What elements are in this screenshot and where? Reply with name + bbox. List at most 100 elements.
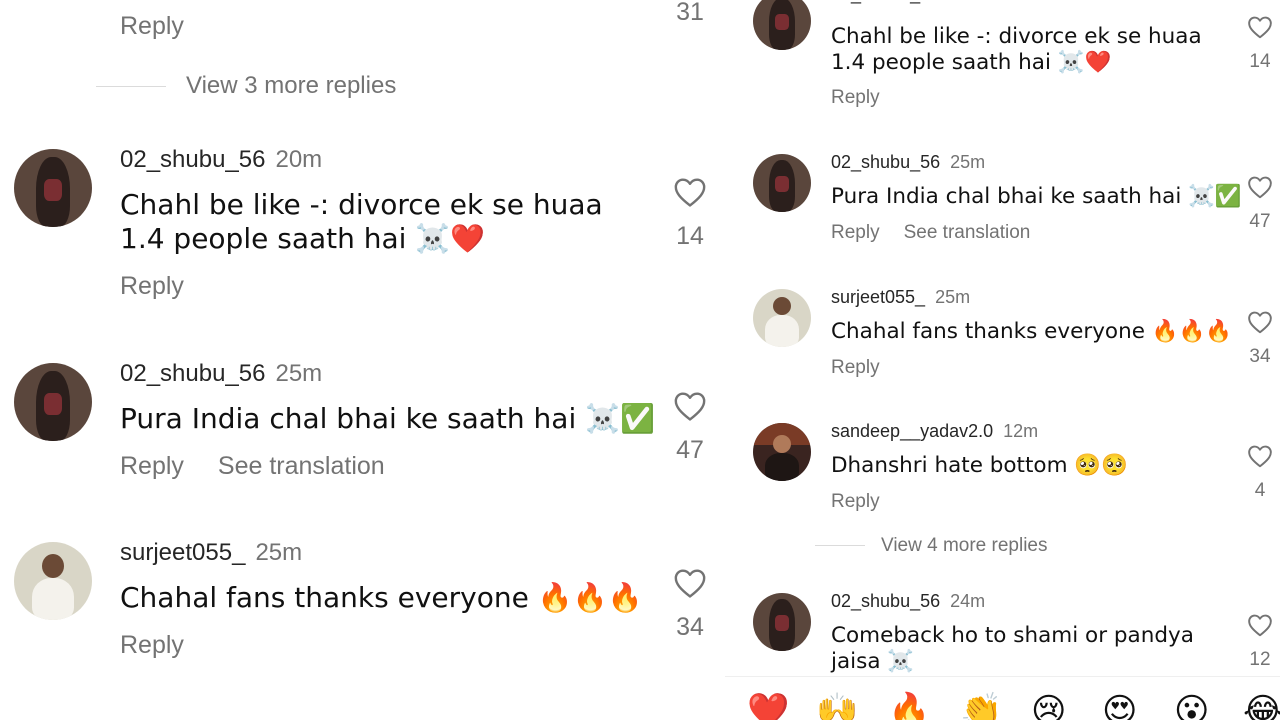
divider-line — [815, 545, 865, 547]
avatar[interactable] — [14, 542, 92, 620]
avatar[interactable] — [753, 423, 811, 481]
heart-outline-icon[interactable] — [1247, 15, 1273, 39]
like-count: 47 — [676, 436, 704, 464]
comment-header: sandeep__yadav2.0 12m — [831, 421, 1038, 442]
comment-item: sandeep__yadav2.0 12m Dhanshri hate botto… — [725, 419, 1280, 529]
comment-header: 02_shubu_56 20m — [120, 146, 322, 174]
view-more-replies[interactable]: View 3 more replies — [96, 72, 396, 100]
like-button[interactable]: 34 — [660, 567, 720, 642]
username[interactable]: surjeet055_ — [120, 539, 245, 566]
username[interactable]: 02_shubu_56 — [831, 0, 940, 4]
like-button[interactable]: 12 — [1238, 613, 1280, 671]
avatar[interactable] — [753, 289, 811, 347]
avatar[interactable] — [14, 149, 92, 227]
comment-item: surjeet055_ 25m Chahal fans thanks everyo… — [0, 533, 725, 683]
comment-actions: Reply — [120, 272, 184, 301]
comment-header: 02_shubu_56 20m — [831, 0, 985, 5]
comment-item: 02_shubu_56 24m Comeback ho to shami or p… — [725, 589, 1280, 679]
comment-item: surjeet055_ 25m Chahal fans thanks everyo… — [725, 285, 1280, 395]
reply-button[interactable]: Reply — [831, 491, 880, 512]
comment-header: surjeet055_ 25m — [831, 287, 970, 308]
comment-text: Comeback ho to shami or pandya jaisa ☠️ — [831, 623, 1194, 675]
comment-text: Pura India chal bhai ke saath hai ☠️✅ — [120, 402, 655, 435]
reply-button[interactable]: Reply — [831, 87, 880, 108]
comment-header: 02_shubu_56 25m — [120, 360, 322, 388]
like-count: 14 — [1249, 51, 1271, 72]
like-count: 34 — [1249, 346, 1271, 367]
like-count: 34 — [676, 613, 704, 641]
reaction-laughing[interactable]: 😂 — [1243, 691, 1280, 720]
like-button[interactable]: 14 — [1238, 15, 1280, 73]
comment-item: 02_shubu_56 20m Chahl be like -: divorce … — [0, 140, 725, 320]
comments-panel-left: Reply 31 View 3 more replies 02_shubu_56… — [0, 0, 725, 720]
reaction-clap[interactable]: 👏 — [960, 691, 1002, 720]
username[interactable]: 02_shubu_56 — [831, 152, 940, 172]
reply-button[interactable]: Reply — [831, 222, 880, 243]
see-translation-button[interactable]: See translation — [904, 222, 1031, 243]
heart-outline-icon[interactable] — [1247, 310, 1273, 334]
reply-button[interactable]: Reply — [120, 452, 184, 480]
avatar[interactable] — [753, 154, 811, 212]
timestamp: 25m — [950, 152, 986, 172]
comment-actions: Reply See translation — [120, 452, 385, 481]
avatar[interactable] — [14, 363, 92, 441]
username[interactable]: 02_shubu_56 — [120, 146, 265, 173]
comment-actions: Reply — [831, 357, 880, 379]
like-count: 47 — [1249, 211, 1271, 232]
reaction-surprised[interactable]: 😮 — [1174, 691, 1209, 720]
reply-button[interactable]: Reply — [120, 272, 184, 300]
username[interactable]: sandeep__yadav2.0 — [831, 421, 993, 441]
username[interactable]: surjeet055_ — [831, 287, 925, 307]
comment-text: Chahl be like -: divorce ek se huaa 1.4 … — [831, 24, 1202, 76]
comment-header: 02_shubu_56 25m — [831, 152, 985, 173]
username[interactable]: 02_shubu_56 — [120, 360, 265, 387]
comment-item: 02_shubu_56 25m Pura India chal bhai ke s… — [0, 354, 725, 504]
comment-text: Chahal fans thanks everyone 🔥🔥🔥 — [831, 319, 1233, 344]
heart-outline-icon[interactable] — [673, 176, 707, 208]
emoji-reaction-bar: ❤️ 🙌 🔥 👏 😢 😍 😮 😂 — [725, 676, 1280, 720]
heart-outline-icon[interactable] — [673, 390, 707, 422]
reply-button[interactable]: Reply — [120, 631, 184, 659]
avatar[interactable] — [753, 0, 811, 50]
heart-outline-icon[interactable] — [1247, 613, 1273, 637]
username[interactable]: 02_shubu_56 — [831, 591, 940, 611]
like-count: 4 — [1254, 480, 1266, 501]
reply-button[interactable]: Reply — [120, 12, 184, 41]
reaction-raised-hands[interactable]: 🙌 — [816, 691, 858, 720]
timestamp: 25m — [935, 287, 971, 307]
like-button[interactable]: 4 — [1238, 444, 1280, 502]
comment-actions: Reply — [120, 631, 184, 660]
comment-text: Chahal fans thanks everyone 🔥🔥🔥 — [120, 581, 643, 614]
comment-text: Dhanshri hate bottom 🥺🥺 — [831, 453, 1128, 478]
comment-header: surjeet055_ 25m — [120, 539, 302, 567]
comment-actions: Reply — [831, 491, 880, 513]
like-count: 12 — [1249, 649, 1271, 670]
reaction-heart[interactable]: ❤️ — [747, 691, 789, 720]
comment-actions: Reply See translation — [831, 222, 1030, 244]
comment-item: 02_shubu_56 20m Chahl be like -: divorce … — [725, 0, 1280, 120]
like-button[interactable]: 14 — [660, 176, 720, 251]
timestamp: 25m — [275, 360, 323, 387]
timestamp: 20m — [275, 146, 323, 173]
comments-panel-right: 02_shubu_56 20m Chahl be like -: divorce … — [725, 0, 1280, 720]
like-button[interactable]: 47 — [1238, 175, 1280, 233]
like-button[interactable]: 47 — [660, 390, 720, 465]
like-button[interactable]: 34 — [1238, 310, 1280, 368]
timestamp: 24m — [950, 591, 986, 611]
comment-text: Chahl be like -: divorce ek se huaa 1.4 … — [120, 188, 603, 256]
timestamp: 20m — [950, 0, 985, 4]
heart-outline-icon[interactable] — [1247, 175, 1273, 199]
comment-text: Pura India chal bhai ke saath hai ☠️✅ — [831, 184, 1242, 209]
divider-line — [96, 86, 166, 88]
see-translation-button[interactable]: See translation — [218, 452, 385, 480]
reply-button[interactable]: Reply — [831, 357, 880, 378]
reaction-crying[interactable]: 😢 — [1031, 691, 1066, 720]
reaction-heart-eyes[interactable]: 😍 — [1102, 691, 1137, 720]
view-more-replies[interactable]: View 4 more replies — [815, 535, 1048, 557]
like-count: 31 — [676, 0, 704, 26]
heart-outline-icon[interactable] — [1247, 444, 1273, 468]
reaction-fire[interactable]: 🔥 — [888, 691, 930, 720]
avatar[interactable] — [753, 593, 811, 651]
heart-outline-icon[interactable] — [673, 567, 707, 599]
comment-item: 02_shubu_56 25m Pura India chal bhai ke s… — [725, 150, 1280, 260]
